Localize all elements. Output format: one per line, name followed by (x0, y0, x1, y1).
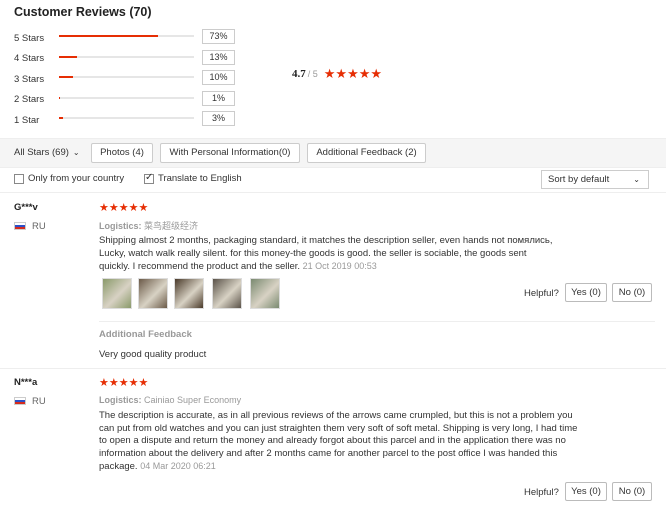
sort-select[interactable]: Sort by default ⌄ (541, 170, 649, 189)
reviewer-name: G***v (14, 202, 38, 213)
rating-bar-fill (59, 117, 64, 119)
rating-bar (59, 55, 194, 58)
logistics-info: Logistics: Cainiao Super Economy (99, 395, 241, 405)
rating-bar (59, 96, 194, 99)
rating-percent: 3% (202, 111, 235, 126)
review-divider (0, 368, 666, 369)
helpful-yes-button[interactable]: Yes (0) (565, 283, 607, 302)
review-stars-icon: ★★★★★ (99, 377, 149, 389)
rating-percent: 1% (202, 90, 235, 106)
all-stars-dropdown[interactable]: All Stars (69) ⌄ (14, 147, 80, 158)
overall-stars-icon: ★★★★★ (323, 66, 383, 81)
logistics-info: Logistics: 菜鸟超级经济 (99, 219, 198, 232)
ru-flag-icon (14, 222, 26, 230)
rating-label: 1 Star (14, 114, 40, 126)
rating-label: 2 Stars (14, 94, 45, 106)
review-photo-thumbnail[interactable] (250, 278, 280, 309)
overall-max: / 5 (307, 69, 318, 79)
overall-score: 4.7 (292, 68, 306, 80)
rating-bar-fill (59, 35, 158, 37)
rating-row-4[interactable]: 4 Stars 13% (14, 49, 244, 70)
review-photo-thumbnail[interactable] (102, 278, 132, 309)
rating-row-3[interactable]: 3 Stars 10% (14, 69, 244, 90)
logistics-label: Logistics: (99, 395, 142, 405)
reviewer-country: RU (32, 221, 46, 232)
additional-feedback-title: Additional Feedback (99, 329, 192, 340)
rating-label: 5 Stars (14, 32, 45, 44)
logistics-value: 菜鸟超级经济 (144, 221, 199, 231)
filter-personal-info-button[interactable]: With Personal Information(0) (160, 143, 300, 163)
review-stars-icon: ★★★★★ (99, 202, 149, 214)
chevron-down-icon: ⌄ (633, 175, 640, 184)
divider (99, 321, 655, 322)
rating-bar-fill (59, 76, 73, 78)
review-date: 04 Mar 2020 06:21 (140, 461, 216, 471)
reviewer-name: N***a (14, 377, 38, 388)
translate-label: Translate to English (158, 173, 242, 184)
review-photo-thumbnail[interactable] (138, 278, 168, 309)
helpful-no-button[interactable]: No (0) (612, 482, 652, 501)
rating-percent: 73% (202, 29, 235, 44)
rating-bar (59, 117, 194, 119)
rating-bar (59, 35, 194, 37)
all-stars-label: All Stars (69) (14, 147, 69, 158)
rating-row-2[interactable]: 2 Stars 1% (14, 90, 244, 111)
options-row: Only from your country Translate to Engl… (0, 168, 666, 193)
only-country-label: Only from your country (28, 173, 125, 184)
rating-bar (59, 76, 194, 78)
logistics-value: Cainiao Super Economy (144, 395, 242, 405)
helpful-yes-button[interactable]: Yes (0) (565, 482, 607, 501)
review-text: The description is accurate, as in all p… (99, 410, 579, 474)
additional-feedback-text: Very good quality product (99, 349, 207, 360)
logistics-label: Logistics: (99, 221, 142, 231)
filter-photos-button[interactable]: Photos (4) (91, 143, 153, 163)
rating-bar-fill (59, 55, 77, 58)
sort-label: Sort by default (548, 174, 610, 185)
rating-label: 3 Stars (14, 73, 45, 85)
page-title: Customer Reviews (70) (14, 5, 152, 19)
helpful-no-button[interactable]: No (0) (612, 283, 652, 302)
review-photos (102, 278, 287, 311)
filter-additional-feedback-button[interactable]: Additional Feedback (2) (307, 143, 426, 163)
rating-distribution: 5 Stars 73% 4 Stars 13% 3 Stars 10% 2 St… (14, 28, 244, 131)
rating-percent: 10% (202, 70, 235, 85)
reviewer-country: RU (32, 396, 46, 407)
rating-label: 4 Stars (14, 53, 45, 65)
review-photo-thumbnail[interactable] (212, 278, 242, 309)
review-text: Shipping almost 2 months, packaging stan… (99, 235, 559, 274)
rating-row-5[interactable]: 5 Stars 73% (14, 28, 244, 49)
rating-row-1[interactable]: 1 Star 3% (14, 110, 244, 131)
helpful-label: Helpful? (524, 288, 559, 299)
filter-bar: All Stars (69) ⌄ Photos (4) With Personal… (0, 138, 666, 168)
helpful-label: Helpful? (524, 487, 559, 498)
rating-bar-fill (59, 96, 61, 99)
translate-checkbox[interactable] (144, 172, 154, 184)
rating-percent: 13% (202, 49, 235, 65)
ru-flag-icon (14, 397, 26, 405)
only-country-checkbox[interactable] (14, 174, 24, 184)
review-date: 21 Oct 2019 00:53 (302, 261, 377, 271)
review-photo-thumbnail[interactable] (174, 278, 204, 309)
chevron-down-icon: ⌄ (72, 148, 80, 157)
overall-rating: 4.7 / 5 ★★★★★ (292, 66, 382, 82)
